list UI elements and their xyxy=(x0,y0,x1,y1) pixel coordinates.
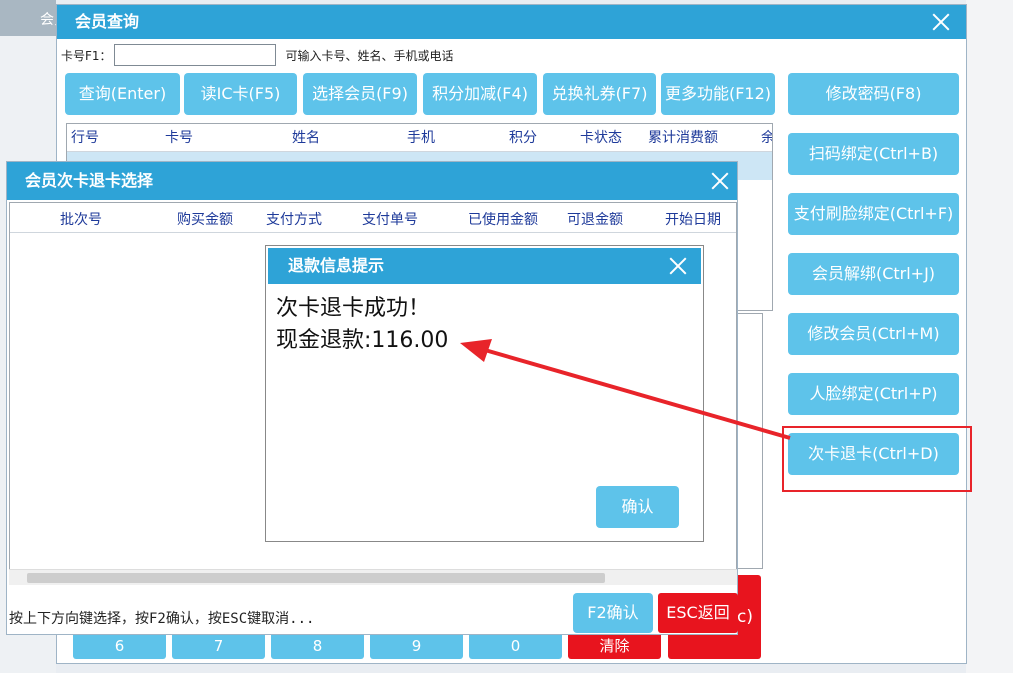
member-table-header: 行号 卡号 姓名 手机 积分 卡状态 累计消费额 余 xyxy=(67,124,772,152)
alert-message-refund-amount: 现金退款:116.00 xyxy=(276,328,449,353)
refund-table-header: 批次号 购买金额 支付方式 支付单号 已使用金额 可退金额 开始日期 xyxy=(10,203,736,233)
column-header[interactable]: 姓名 xyxy=(292,124,320,152)
scan-bind-button[interactable]: 扫码绑定(Ctrl+B) xyxy=(788,133,959,175)
points-adjust-button[interactable]: 积分加减(F4) xyxy=(423,73,537,115)
member-query-titlebar: 会员查询 xyxy=(57,5,966,39)
column-header[interactable]: 积分 xyxy=(509,124,537,152)
refund-info-alert: 退款信息提示 次卡退卡成功！ 现金退款:116.00 确认 xyxy=(265,245,704,542)
card-search-row: 卡号F1： 可输入卡号、姓名、手机或电话 xyxy=(61,43,454,67)
ok-button[interactable]: 确认 xyxy=(596,486,679,528)
column-header[interactable]: 支付方式 xyxy=(266,209,322,229)
alert-titlebar: 退款信息提示 xyxy=(268,248,701,284)
column-header[interactable]: 手机 xyxy=(407,124,435,152)
detail-scrollbar[interactable] xyxy=(737,313,763,569)
redeem-voucher-button[interactable]: 兑换礼券(F7) xyxy=(543,73,656,115)
query-button[interactable]: 查询(Enter) xyxy=(65,73,180,115)
alert-title: 退款信息提示 xyxy=(288,256,385,275)
refund-dialog-titlebar: 会员次卡退卡选择 xyxy=(7,162,737,200)
column-header[interactable]: 开始日期 xyxy=(665,209,721,229)
background-right-panel xyxy=(966,0,1013,673)
background-tab[interactable]: 会员管理 xyxy=(0,0,56,36)
more-functions-button[interactable]: 更多功能(F12) xyxy=(661,73,775,115)
column-header[interactable]: 卡状态 xyxy=(580,124,622,152)
close-icon[interactable] xyxy=(667,255,689,277)
column-header[interactable]: 支付单号 xyxy=(362,209,418,229)
dialog-title: 会员查询 xyxy=(75,12,140,31)
read-ic-card-button[interactable]: 读IC卡(F5) xyxy=(184,73,297,115)
face-bind-button[interactable]: 人脸绑定(Ctrl+P) xyxy=(788,373,959,415)
column-header[interactable]: 可退金额 xyxy=(567,209,623,229)
card-number-input[interactable] xyxy=(113,44,276,66)
face-pay-bind-button[interactable]: 支付刷脸绑定(Ctrl+F) xyxy=(788,193,959,235)
card-hint: 可输入卡号、姓名、手机或电话 xyxy=(285,48,454,63)
close-icon[interactable] xyxy=(709,170,731,192)
select-member-button[interactable]: 选择会员(F9) xyxy=(303,73,417,115)
member-unbind-button[interactable]: 会员解绑(Ctrl+J) xyxy=(788,253,959,295)
change-password-button[interactable]: 修改密码(F8) xyxy=(788,73,959,115)
close-icon[interactable] xyxy=(930,11,952,33)
horizontal-scrollbar[interactable] xyxy=(9,569,737,585)
column-header[interactable]: 卡号 xyxy=(165,124,193,152)
column-header[interactable]: 批次号 xyxy=(60,209,102,229)
annotation-highlight-box xyxy=(782,426,972,492)
scrollbar-thumb[interactable] xyxy=(27,573,605,583)
dialog-title: 会员次卡退卡选择 xyxy=(25,171,154,190)
esc-return-button[interactable]: ESC返回 xyxy=(658,593,738,633)
column-header[interactable]: 累计消费额 xyxy=(648,124,718,152)
edit-member-button[interactable]: 修改会员(Ctrl+M) xyxy=(788,313,959,355)
column-header[interactable]: 已使用金额 xyxy=(468,209,538,229)
alert-message-success: 次卡退卡成功！ xyxy=(276,296,431,321)
keyboard-hint: 按上下方向键选择，按F2确认，按ESC键取消... xyxy=(9,611,315,627)
f2-confirm-button[interactable]: F2确认 xyxy=(573,593,653,633)
column-header[interactable]: 余 xyxy=(761,124,772,152)
card-label: 卡号F1： xyxy=(61,48,112,63)
column-header[interactable]: 购买金额 xyxy=(177,209,233,229)
column-header[interactable]: 行号 xyxy=(71,124,99,152)
